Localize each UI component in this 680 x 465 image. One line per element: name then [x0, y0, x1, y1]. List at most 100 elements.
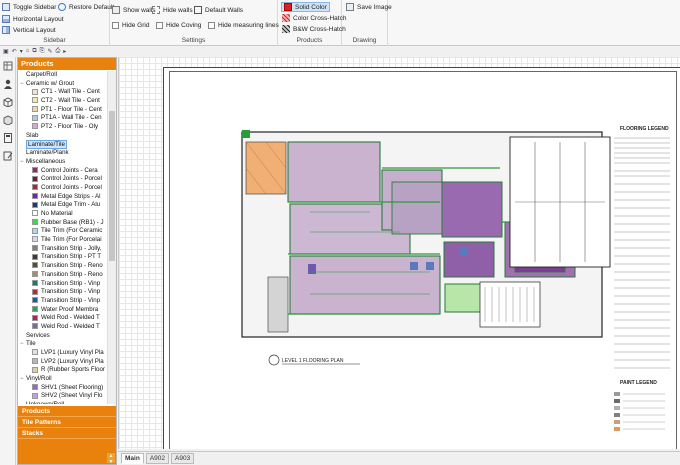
tree-item[interactable]: Transition Strip - Vinp [18, 297, 106, 306]
tree-item[interactable]: − Tile [18, 340, 106, 349]
cube-icon[interactable] [3, 115, 13, 125]
box-icon[interactable] [3, 97, 13, 107]
color-cross-hatch-button[interactable]: Color Cross-Hatch [282, 14, 346, 22]
footer-products[interactable]: Products [18, 406, 116, 417]
tree-item[interactable]: − Miscellaneous [18, 158, 106, 167]
tool-icon[interactable]: ⎘ [40, 48, 45, 55]
save-icon[interactable]: ▣ [3, 48, 9, 55]
scrollbar-thumb[interactable] [109, 111, 115, 261]
hide-coving-checkbox[interactable]: Hide Coving [156, 22, 201, 29]
sidebar-icon [2, 3, 10, 11]
tree-item-label: Rubber Base (RB1) - J [41, 218, 104, 226]
tree-item[interactable]: LVP1 (Luxury Vinyl Pla [18, 349, 106, 358]
legend-lines [614, 137, 670, 369]
tab-a902[interactable]: A902 [145, 453, 169, 464]
footer-tile-patterns[interactable]: Tile Patterns [18, 417, 116, 428]
tree-item[interactable]: SHV1 (Sheet Flooring) [18, 384, 106, 393]
tree-item[interactable]: Laminate/Plank [18, 149, 106, 158]
tree-item[interactable]: Transition Strip - Vinp [18, 288, 106, 297]
tree-item[interactable]: Services [18, 332, 106, 341]
tab-a903[interactable]: A903 [171, 453, 195, 464]
solid-color-label: Solid Color [295, 3, 327, 11]
expand-grip-icon[interactable]: ▲ ▼ [107, 453, 115, 465]
tree-item-label: CT2 - Wall Tile - Cent [41, 97, 100, 105]
hide-grid-check[interactable] [112, 22, 119, 29]
default-walls-button[interactable]: Default Walls [194, 6, 243, 14]
vertical-layout-button[interactable]: Vertical Layout [2, 26, 56, 34]
tree-item[interactable]: Metal Edge Trim - Alu [18, 201, 106, 210]
color-swatch [32, 305, 38, 312]
tree-item[interactable]: Metal Edge Strips - Al [18, 193, 106, 202]
hide-grid-label: Hide Grid [122, 22, 150, 29]
tree-item[interactable]: PT1A - Wall Tile - Cen [18, 114, 106, 123]
user-icon[interactable] [3, 79, 13, 89]
save-image-button[interactable]: Save Image [346, 3, 392, 11]
flooring-legend-title: FLOORING LEGEND [620, 126, 669, 132]
drawing-sheet: LEVEL 1 FLOORING PLAN FLOORING LEGEND PA… [163, 67, 680, 449]
more-icon[interactable]: ▸ [63, 48, 66, 55]
calculator-icon[interactable] [3, 133, 13, 143]
tree-item[interactable]: CT1 - Wall Tile - Cent [18, 88, 106, 97]
tree-item[interactable]: Transition Strip - Jolly, [18, 245, 106, 254]
tool-icon[interactable]: ✎ [47, 48, 52, 55]
tab-main[interactable]: Main [121, 453, 144, 464]
solid-color-button[interactable]: Solid Color [281, 2, 330, 12]
tree-item[interactable]: PT2 - Floor Tile - Oly [18, 123, 106, 132]
vertical-scrollbar[interactable] [107, 71, 116, 404]
floor-plan[interactable]: LEVEL 1 FLOORING PLAN FLOORING LEGEND PA… [170, 72, 678, 449]
tool-icon[interactable]: ⎙ [55, 48, 60, 55]
tree-item[interactable]: Control Joints - Cera [18, 167, 106, 176]
toggle-sidebar-button[interactable]: Toggle Sidebar [2, 3, 56, 11]
tree-item[interactable]: LVP2 (Luxury Vinyl Pla [18, 358, 106, 367]
tree-item[interactable]: Unknown/Roll [18, 401, 106, 404]
tree-item-label: Transition Strip - PT T [41, 253, 102, 261]
tree-item-label: Water Proof Membra [41, 305, 99, 313]
tree-item[interactable]: Rubber Base (RB1) - J [18, 219, 106, 228]
tree-item[interactable]: Laminate/Tile [18, 139, 106, 150]
tree-item-label: Laminate/Tile [26, 139, 67, 149]
ribbon: Toggle Sidebar Restore Default Horizonta… [0, 0, 680, 46]
tree-item-label: Transition Strip - Vinp [41, 288, 101, 296]
tree-item-label: Tile [26, 340, 36, 348]
tree-item[interactable]: Transition Strip - Reno [18, 271, 106, 280]
edit-icon[interactable] [3, 151, 13, 161]
tree-item[interactable]: Water Proof Membra [18, 306, 106, 315]
hide-measuring-check[interactable] [208, 22, 215, 29]
tree-item[interactable]: − Vinyl/Roll [18, 375, 106, 384]
hide-measuring-checkbox[interactable]: Hide measuring lines [208, 22, 279, 29]
footer-stacks[interactable]: Stacks [18, 428, 116, 439]
bw-cross-hatch-button[interactable]: B&W Cross-Hatch [282, 25, 346, 33]
tree-item[interactable]: Carpet/Roll [18, 71, 106, 80]
tree-item[interactable]: Control Joints - Porcel [18, 184, 106, 193]
tree-item[interactable]: No Material [18, 210, 106, 219]
horizontal-layout-button[interactable]: Horizontal Layout [2, 15, 64, 23]
drawing-canvas[interactable]: LEVEL 1 FLOORING PLAN FLOORING LEGEND PA… [118, 57, 680, 449]
tree-item[interactable]: Transition Strip - Vinp [18, 280, 106, 289]
color-swatch [32, 201, 38, 208]
restore-default-button[interactable]: Restore Default [58, 3, 114, 11]
tree-item[interactable]: CT2 - Wall Tile - Cent [18, 97, 106, 106]
tree-item[interactable]: PT1 - Floor Tile - Cent [18, 106, 106, 115]
tree-item[interactable]: Weld Rod - Welded T [18, 323, 106, 332]
tree-item[interactable]: Control Joints - Porcel [18, 175, 106, 184]
tree-item[interactable]: − Ceramic w/ Grout [18, 80, 106, 89]
layers-icon[interactable] [3, 61, 13, 71]
dropdown-icon[interactable]: ▾ [20, 48, 23, 55]
hide-walls-button[interactable]: Hide walls [152, 6, 193, 14]
tree-item[interactable]: R (Rubber Sports Floor [18, 366, 106, 375]
color-swatch [32, 236, 38, 243]
tree-item-label: Control Joints - Cera [41, 166, 98, 174]
tree-item[interactable]: Transition Strip - PT T [18, 253, 106, 262]
tree-item[interactable]: Tile Trim (For Ceramic [18, 227, 106, 236]
ribbon-group-sidebar: Toggle Sidebar Restore Default Horizonta… [0, 0, 114, 46]
undo-icon[interactable]: ↶ [12, 48, 17, 55]
tool-icon[interactable]: ⧉ [32, 48, 36, 55]
tree-item[interactable]: SHV2 (Sheet Vinyl Flo [18, 392, 106, 401]
tool-icon[interactable]: ⌂ [26, 48, 30, 54]
show-walls-button[interactable]: Show walls [112, 6, 156, 14]
tree-item[interactable]: Weld Rod - Welded T [18, 314, 106, 323]
tree-item[interactable]: Tile Trim (For Porcelai [18, 236, 106, 245]
hide-coving-check[interactable] [156, 22, 163, 29]
hide-grid-checkbox[interactable]: Hide Grid [112, 22, 149, 29]
tree-item[interactable]: Transition Strip - Reno [18, 262, 106, 271]
